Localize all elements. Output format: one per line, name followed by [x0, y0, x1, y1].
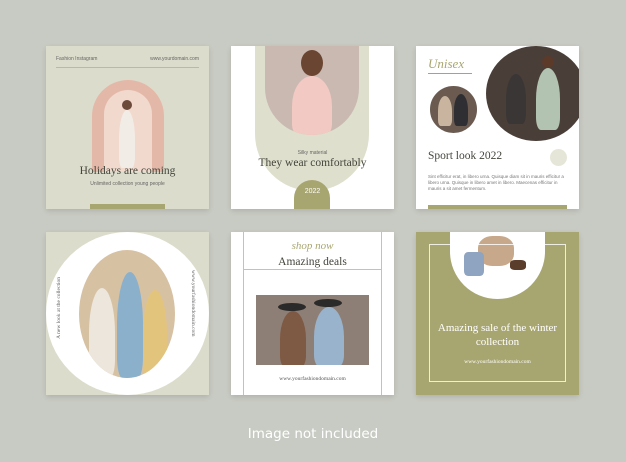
year-label: 2022: [304, 188, 321, 195]
post-winter-sale: Amazing sale of the winter collection ww…: [416, 232, 579, 395]
arch-photo-frame: [92, 80, 164, 172]
post-sport-look: Unisex Sport look 2022 Sint efficitur er…: [416, 46, 579, 209]
divider: [56, 67, 199, 68]
post-title: Holidays are coming: [79, 165, 176, 177]
model-head: [542, 56, 554, 68]
post-title: Amazing sale of the winter collection: [437, 322, 558, 348]
model-figure: [536, 68, 560, 130]
group-photo: [79, 250, 175, 378]
couple-photo: [428, 84, 479, 135]
post-amazing-deals: shop now Amazing deals www.yourfashiondo…: [231, 232, 394, 395]
post-title: Sport look 2022: [428, 150, 503, 162]
model-figure: [119, 110, 135, 168]
divider: [428, 73, 472, 74]
post-holidays: Fashion Instagram www.yourdomain.com Hol…: [46, 46, 209, 209]
script-heading: shop now: [291, 240, 334, 252]
domain-label: www.yourdomain.com: [150, 56, 199, 62]
post-title: They wear comfortably: [258, 157, 367, 169]
model-figure: [292, 76, 332, 135]
side-caption-right: www.yourfashiondomain.com: [190, 270, 196, 337]
figure-left: [89, 288, 115, 378]
accent-bar: [428, 205, 567, 209]
hat: [314, 299, 342, 307]
brand-label: Fashion Instagram: [56, 56, 98, 62]
accent-bar: [90, 204, 165, 209]
figure-right: [143, 290, 167, 378]
figure-left: [280, 311, 306, 365]
model-photo: [104, 90, 152, 172]
post-title: Amazing deals: [278, 256, 347, 268]
domain-label: www.yourfashiondomain.com: [279, 376, 346, 382]
post-subtitle: Silky material: [297, 150, 328, 156]
caption: Image not included: [247, 426, 379, 442]
second-figure: [506, 74, 526, 124]
figure-center: [117, 272, 143, 378]
domain-label: www.yourfashiondomain.com: [464, 359, 531, 365]
post-body: Sint efficitur erat, in libero urna. Qui…: [428, 174, 564, 192]
post-comfortably: Silky material They wear comfortably 202…: [231, 46, 394, 209]
side-caption-left: A new look at the collection: [56, 277, 62, 339]
frame-line: [243, 269, 382, 270]
post-subtitle: Unlimited collection young people: [90, 181, 165, 187]
figure-right: [454, 94, 468, 126]
post-new-look: A new look at the collection www.yourfas…: [46, 232, 209, 395]
decorative-dot: [550, 149, 567, 166]
hat: [278, 303, 306, 311]
figure-right: [314, 307, 344, 365]
gym-photo: [486, 46, 579, 141]
model-head: [122, 100, 132, 110]
model-head: [301, 50, 323, 76]
script-heading: Unisex: [428, 56, 465, 71]
figure-left: [438, 96, 452, 126]
duo-photo: [256, 295, 369, 365]
